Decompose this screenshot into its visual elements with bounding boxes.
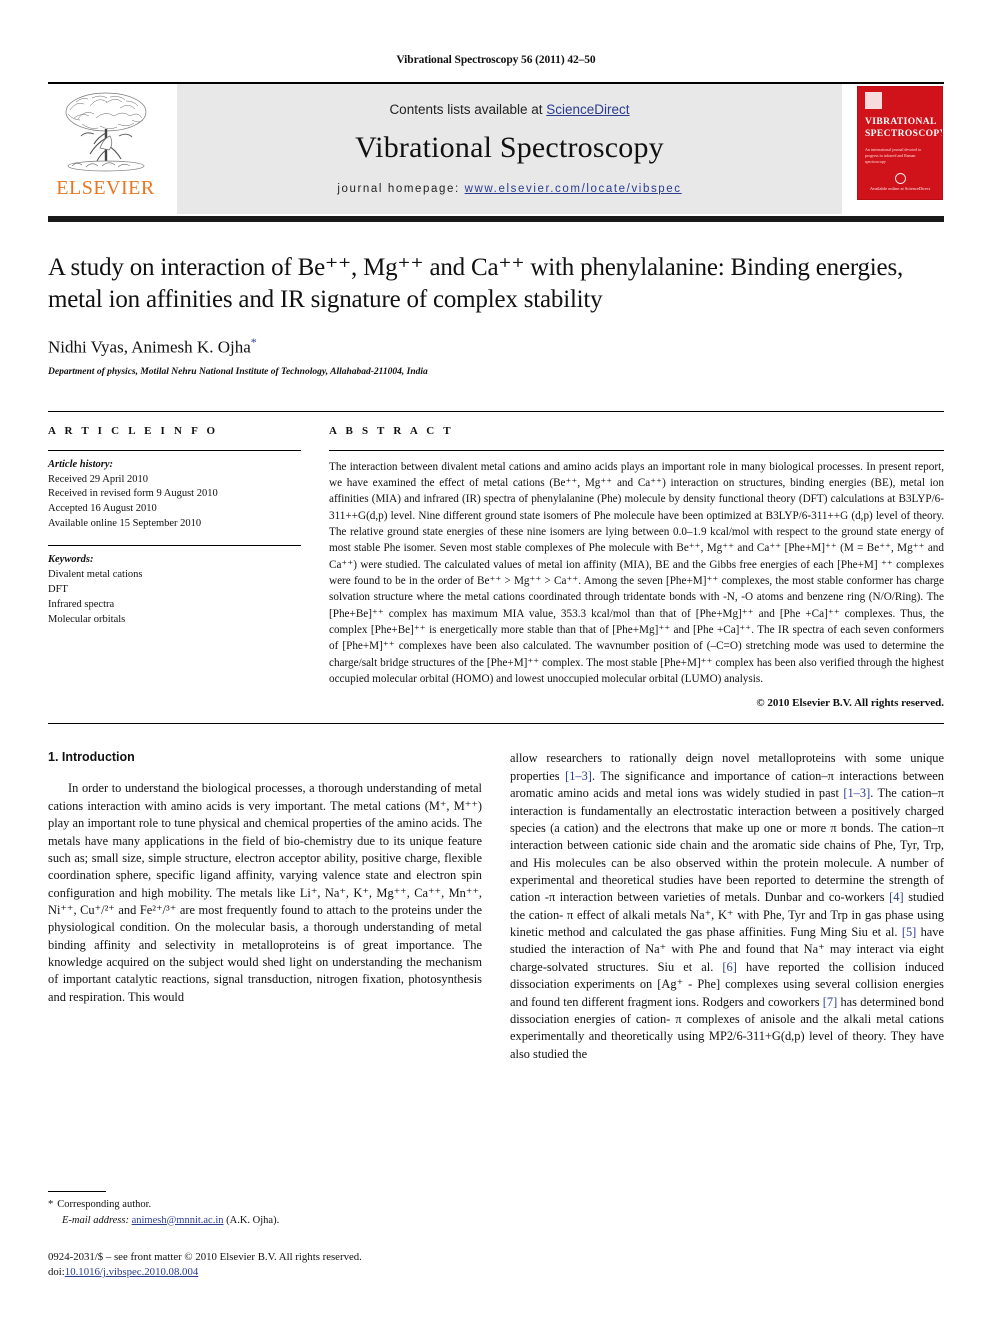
abstract-text: The interaction between divalent metal c… xyxy=(329,460,944,686)
contents-lists-line: Contents lists available at ScienceDirec… xyxy=(389,102,629,117)
doi-line: doi:10.1016/j.vibspec.2010.08.004 xyxy=(48,1265,494,1281)
history-item: Received in revised form 9 August 2010 xyxy=(48,488,218,500)
abstract-heading: A B S T R A C T xyxy=(329,424,454,437)
journal-masthead: ELSEVIER Contents lists available at Sci… xyxy=(48,82,944,214)
section-heading-introduction: 1. Introduction xyxy=(48,750,135,765)
footnote-star-marker: * xyxy=(48,1199,54,1211)
author-list: Nidhi Vyas, Animesh K. Ojha* xyxy=(48,335,944,358)
citation-link[interactable]: [1–3] xyxy=(565,769,592,783)
article-page: Vibrational Spectroscopy 56 (2011) 42–50 xyxy=(0,0,992,1323)
cover-elsevier-icon xyxy=(865,92,882,109)
journal-name: Vibrational Spectroscopy xyxy=(355,130,664,164)
article-info-heading: A R T I C L E I N F O xyxy=(48,424,219,437)
page-title: A study on interaction of Be⁺⁺, Mg⁺⁺ and… xyxy=(48,254,904,313)
email-label: E-mail address: xyxy=(62,1214,129,1226)
journal-homepage-link[interactable]: www.elsevier.com/locate/vibspec xyxy=(465,183,682,195)
body-columns: 1. Introduction In order to understand t… xyxy=(48,750,944,1062)
masthead-bottom-rule xyxy=(48,216,944,222)
sciencedirect-link[interactable]: ScienceDirect xyxy=(546,102,629,117)
email-line: E-mail address: animesh@mnnit.ac.in (A.K… xyxy=(48,1213,494,1228)
contents-prefix: Contents lists available at xyxy=(389,101,547,117)
elsevier-logo: ELSEVIER xyxy=(48,84,163,214)
article-history-label: Article history: xyxy=(48,458,114,470)
issn-line: 0924-2031/$ – see front matter © 2010 El… xyxy=(48,1250,362,1263)
paragraph-text: . The cation–π interaction is fundamenta… xyxy=(510,786,944,905)
affiliation: Department of physics, Motilal Nehru Nat… xyxy=(48,366,428,377)
citation-link[interactable]: [6] xyxy=(722,960,736,974)
keyword-item: Molecular orbitals xyxy=(48,613,126,625)
corresponding-author-line: * Corresponding author. xyxy=(48,1197,494,1212)
author-names: Nidhi Vyas, Animesh K. Ojha xyxy=(48,337,251,357)
abstract-column: A B S T R A C T The interaction between … xyxy=(329,412,944,710)
issn-doi-block: 0924-2031/$ – see front matter © 2010 El… xyxy=(48,1250,494,1281)
journal-cover-thumbnail: VIBRATIONAL SPECTROSCOPY An internationa… xyxy=(856,84,944,214)
cover-subtitle: An international journal devoted to prog… xyxy=(865,147,922,164)
article-info-column: A R T I C L E I N F O Article history: R… xyxy=(48,412,301,710)
doi-link[interactable]: 10.1016/j.vibspec.2010.08.004 xyxy=(65,1266,198,1278)
email-link[interactable]: animesh@mnnit.ac.in xyxy=(132,1215,224,1226)
doi-label: doi: xyxy=(48,1266,65,1279)
citation-link[interactable]: [7] xyxy=(823,995,837,1009)
abstract-bottom-rule xyxy=(48,723,944,725)
body-column-right: allow researchers to rationally deign no… xyxy=(510,750,944,1062)
journal-homepage-line: journal homepage: www.elsevier.com/locat… xyxy=(337,183,681,195)
corresponding-author-text: Corresponding author. xyxy=(57,1199,152,1211)
cover-title-line1: VIBRATIONAL xyxy=(865,117,937,127)
citation-link[interactable]: [4] xyxy=(889,890,903,904)
cover-image: VIBRATIONAL SPECTROSCOPY An internationa… xyxy=(857,86,943,200)
history-item: Received 29 April 2010 xyxy=(48,473,149,485)
intro-paragraph-left: In order to understand the biological pr… xyxy=(48,781,482,1004)
cover-footer: Available online at ScienceDirect xyxy=(858,173,942,191)
corresponding-author-footnote: * Corresponding author. E-mail address: a… xyxy=(48,1197,494,1227)
footnote-area: * Corresponding author. E-mail address: a… xyxy=(48,1191,494,1281)
keyword-item: DFT xyxy=(48,584,68,595)
keywords-group: Keywords: Divalent metal cations DFT Inf… xyxy=(48,546,301,628)
intro-paragraph-right: allow researchers to rationally deign no… xyxy=(510,750,944,1062)
history-item: Accepted 16 August 2010 xyxy=(48,503,157,515)
email-suffix: (A.K. Ojha). xyxy=(226,1214,280,1226)
homepage-label: journal homepage: xyxy=(337,182,465,195)
body-column-left: 1. Introduction In order to understand t… xyxy=(48,750,482,1062)
cover-title-line2: SPECTROSCOPY xyxy=(865,128,943,139)
keywords-label: Keywords: xyxy=(48,554,94,566)
keyword-item: Infrared spectra xyxy=(48,598,115,610)
article-history-group: Article history: Received 29 April 2010 … xyxy=(48,451,301,533)
cover-footer-text: Available online at ScienceDirect xyxy=(869,186,931,191)
citation-link[interactable]: [1–3] xyxy=(843,786,870,800)
info-abstract-section: A R T I C L E I N F O Article history: R… xyxy=(48,410,944,710)
title-block: A study on interaction of Be⁺⁺, Mg⁺⁺ and… xyxy=(48,252,944,377)
abstract-copyright: © 2010 Elsevier B.V. All rights reserved… xyxy=(756,697,944,710)
history-item: Available online 15 September 2010 xyxy=(48,518,202,530)
running-head: Vibrational Spectroscopy 56 (2011) 42–50 xyxy=(396,54,596,66)
footnote-rule xyxy=(48,1191,106,1193)
keyword-item: Divalent metal cations xyxy=(48,569,143,581)
corresponding-author-marker[interactable]: * xyxy=(251,335,257,349)
elsevier-tree-icon xyxy=(65,92,146,172)
cover-title: VIBRATIONAL SPECTROSCOPY xyxy=(865,117,943,141)
elsevier-wordmark: ELSEVIER xyxy=(56,177,155,199)
journal-banner: Contents lists available at ScienceDirec… xyxy=(177,84,842,214)
citation-link[interactable]: [5] xyxy=(902,925,916,939)
sciencedirect-mark-icon xyxy=(894,173,906,184)
